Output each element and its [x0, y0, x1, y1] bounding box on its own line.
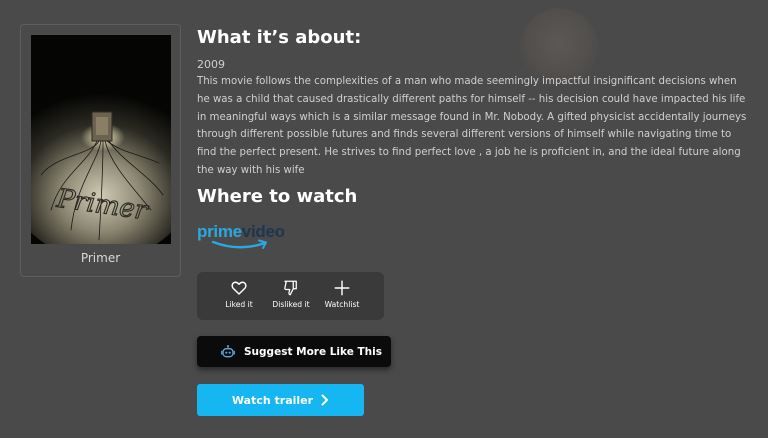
- liked-it-button[interactable]: Liked it: [216, 279, 262, 315]
- watch-trailer-label: Watch trailer: [231, 393, 314, 407]
- chevron-right-icon: [321, 394, 329, 406]
- disliked-it-label: Disliked it: [272, 300, 310, 309]
- watch-section-title: Where to watch: [197, 186, 358, 207]
- movie-description: This movie follows the complexities of a…: [197, 76, 747, 176]
- watch-trailer-button[interactable]: Watch trailer: [197, 384, 364, 416]
- robot-icon: [221, 344, 235, 357]
- release-year: 2009: [197, 58, 225, 71]
- movie-poster-card[interactable]: Primer Primer: [20, 24, 181, 277]
- watchlist-label: Watchlist: [324, 300, 360, 309]
- watchlist-button[interactable]: Watchlist: [319, 279, 365, 315]
- prime-video-logo[interactable]: primevideo: [197, 222, 293, 256]
- heart-icon: [231, 281, 247, 295]
- suggest-more-button[interactable]: Suggest More Like This: [197, 336, 391, 367]
- about-section-title: What it’s about:: [197, 27, 362, 48]
- movie-poster-image: Primer: [31, 35, 171, 244]
- suggest-more-label: Suggest More Like This: [244, 345, 382, 358]
- liked-it-label: Liked it: [225, 300, 253, 309]
- rating-actions-panel: Liked it Disliked it Watchlist: [197, 272, 384, 320]
- plus-icon: [334, 280, 350, 296]
- disliked-it-button[interactable]: Disliked it: [268, 279, 314, 315]
- thumbs-down-icon: [284, 280, 297, 296]
- smile-arrow-icon: [211, 239, 267, 249]
- movie-title-caption: Primer: [80, 251, 121, 265]
